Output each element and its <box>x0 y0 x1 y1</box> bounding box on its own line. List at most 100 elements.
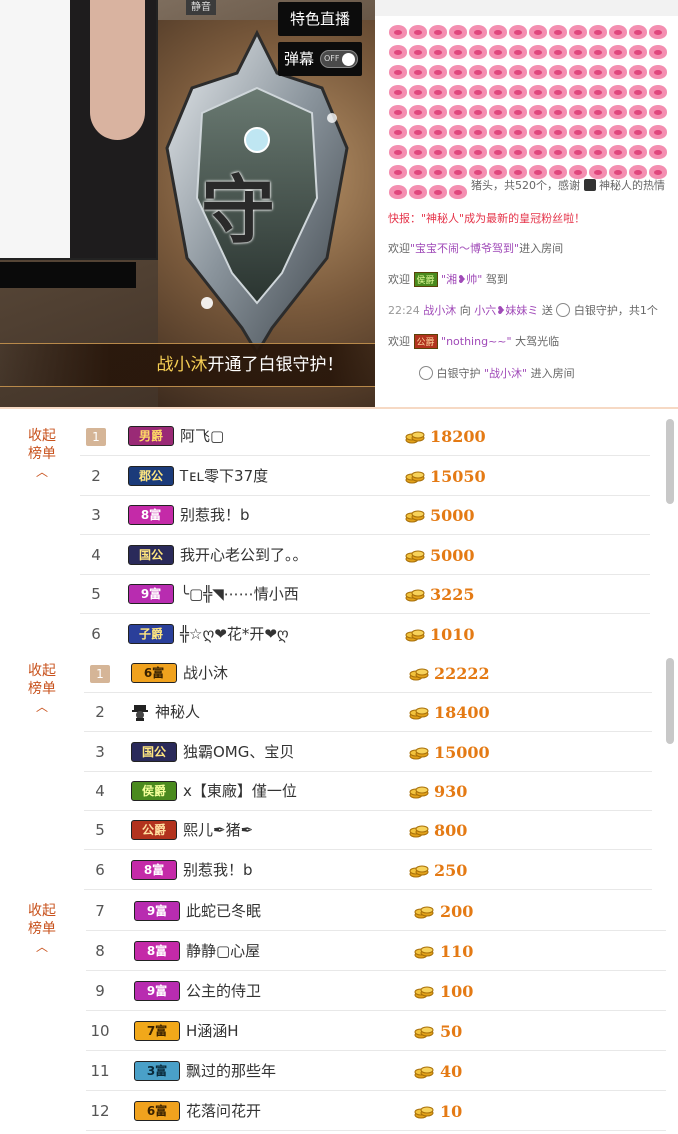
pig-gift-icon <box>429 25 447 39</box>
gift-to-label: 向 <box>459 304 471 317</box>
ranking-row[interactable]: 7 9富 此蛇已冬眠 200 <box>86 892 666 931</box>
user-name[interactable]: 别惹我！b <box>180 496 250 535</box>
gold-coin-icon <box>405 508 425 524</box>
ranking-panel-1: 收起 榜单 ︿ 1 男爵 阿飞▢ 18200 2 郡公 Ꭲᴇʟ零下37度 15050 3 8富 别惹我… <box>0 407 678 650</box>
ranking-row[interactable]: 5 9富 ╰▢╬◥⋯⋯情小西 3225 <box>80 575 650 614</box>
mute-label[interactable]: 静音 <box>186 0 216 15</box>
welcome-pre: 欢迎 <box>388 335 410 348</box>
welcome-pre: 欢迎 <box>388 242 410 255</box>
pig-gift-icon <box>409 65 427 79</box>
guard-username[interactable]: "战小沐" <box>484 367 527 380</box>
contribution-score: 1010 <box>430 624 475 644</box>
collapse-ranking-button[interactable]: 收起 榜单 ︿ <box>22 662 62 716</box>
pig-gift-grid <box>389 22 678 202</box>
chevron-up-icon: ︿ <box>35 465 48 479</box>
pig-gift-icon <box>609 145 627 159</box>
pig-gift-icon <box>489 85 507 99</box>
ranking-row[interactable]: 6 子爵 ╬☆ღ❤花*开❤ღ 1010 <box>80 615 650 651</box>
rank-number: 9 <box>95 982 105 1000</box>
pig-gift-icon <box>549 85 567 99</box>
user-name[interactable]: 飘过的那些年 <box>186 1052 276 1091</box>
user-name[interactable]: 阿飞▢ <box>180 417 224 456</box>
user-name[interactable]: H涵涵H <box>186 1012 239 1051</box>
ranking-row[interactable]: 11 3富 飘过的那些年 40 <box>86 1052 666 1091</box>
gold-coin-icon <box>409 784 429 800</box>
pig-gift-icon <box>549 65 567 79</box>
shield-character: 守 <box>201 168 275 254</box>
pig-gift-icon <box>509 85 527 99</box>
rank-number: 5 <box>95 821 105 840</box>
ranking-row[interactable]: 1 男爵 阿飞▢ 18200 <box>80 417 650 456</box>
collapse-label-line: 收起 <box>28 903 56 919</box>
user-name[interactable]: 战小沐 <box>183 654 228 693</box>
pig-gift-icon <box>649 65 667 79</box>
ranking-row[interactable]: 4 侯爵 ⅹ【東廠】僅一位 930 <box>84 772 652 811</box>
user-name[interactable]: 别惹我！b <box>183 851 253 890</box>
welcome-username[interactable]: "宝宝不闹～博爷驾到" <box>410 242 519 255</box>
pig-gift-icon <box>529 105 547 119</box>
rank-number: 8 <box>95 942 105 960</box>
pig-gift-icon <box>409 85 427 99</box>
ranking-row[interactable]: 9 9富 公主的侍卫 100 <box>86 972 666 1011</box>
danmu-toggle[interactable]: OFF <box>320 50 358 68</box>
collapse-ranking-button[interactable]: 收起 榜单 ︿ <box>22 902 62 956</box>
contribution-score: 15000 <box>434 742 490 762</box>
user-name[interactable]: ⅹ【東廠】僅一位 <box>183 772 297 811</box>
user-name[interactable]: 花落问花开 <box>186 1092 261 1131</box>
contribution-score: 3225 <box>430 585 475 604</box>
user-name[interactable]: ╰▢╬◥⋯⋯情小西 <box>180 575 299 614</box>
contribution-score: 40 <box>440 1062 463 1081</box>
ranking-row[interactable]: 6 8富 别惹我！b 250 <box>84 851 652 890</box>
user-name[interactable]: 独霸OMG、宝贝 <box>183 733 294 772</box>
pig-gift-icon <box>469 45 487 59</box>
rank-number: 3 <box>91 506 101 524</box>
ranking-row[interactable]: 3 8富 别惹我！b 5000 <box>80 496 650 535</box>
ranking-row[interactable]: 1 6富 战小沐 22222 <box>84 654 652 693</box>
rank-number: 2 <box>91 466 101 485</box>
contribution-score: 110 <box>440 942 474 961</box>
ranking-row[interactable]: 2 神秘人 18400 <box>84 693 652 733</box>
user-name[interactable]: Ꭲᴇʟ零下37度 <box>180 457 268 496</box>
contribution-score: 15050 <box>430 466 486 486</box>
contribution-score: 800 <box>434 821 468 841</box>
welcome-username[interactable]: "nothing~~" <box>441 335 512 348</box>
user-name[interactable]: 静静▢心屋 <box>186 932 260 971</box>
user-name[interactable]: 熙儿✒猪✒ <box>183 811 253 850</box>
gold-coin-icon <box>409 666 429 682</box>
pig-gift-icon <box>589 125 607 139</box>
gift-receiver[interactable]: 小六❥妹妹ミ <box>474 304 538 317</box>
collapse-ranking-button[interactable]: 收起 榜单 ︿ <box>22 427 62 481</box>
ranking-row[interactable]: 4 国公 我开心老公到了。。 5000 <box>80 536 650 575</box>
ranking-row[interactable]: 12 6富 花落问花开 10 <box>86 1092 666 1131</box>
user-name[interactable]: ╬☆ღ❤花*开❤ღ <box>180 615 289 651</box>
user-name[interactable]: 公主的侍卫 <box>186 972 261 1011</box>
danmu-toggle-state: OFF <box>324 54 340 63</box>
pig-gift-icon <box>449 45 467 59</box>
pig-gift-icon <box>549 105 567 119</box>
contribution-score: 5000 <box>430 506 475 525</box>
user-name[interactable]: 我开心老公到了。。 <box>180 536 308 575</box>
rank-badge: 8富 <box>131 859 177 880</box>
special-live-button[interactable]: 特色直播 <box>278 2 362 36</box>
chat-guard-enter: 白银守护 "战小沐" 进入房间 <box>419 365 575 381</box>
scrollbar-thumb[interactable] <box>666 419 674 504</box>
welcome-username[interactable]: "湘❥帅" <box>441 273 482 286</box>
scrollbar-thumb[interactable] <box>666 658 674 744</box>
welcome-post: 大驾光临 <box>515 335 560 348</box>
user-name[interactable]: 此蛇已冬眠 <box>186 892 261 931</box>
ranking-row[interactable]: 5 公爵 熙儿✒猪✒ 800 <box>84 811 652 851</box>
pig-count-user[interactable]: 神秘人的热情 <box>599 179 665 192</box>
gift-sender[interactable]: 战小沐 <box>423 304 456 317</box>
video-player[interactable]: 静音 守 特色直播 弹幕 OFF 战小沐开通了白银守护！ <box>0 0 375 407</box>
ranking-row[interactable]: 2 郡公 Ꭲᴇʟ零下37度 15050 <box>80 457 650 496</box>
silver-guard-icon <box>419 366 433 380</box>
user-name[interactable]: 神秘人 <box>155 693 200 732</box>
ranking-row[interactable]: 10 7富 H涵涵H 50 <box>86 1012 666 1051</box>
collapse-label: 收起 榜单 <box>22 902 62 938</box>
ranking-row[interactable]: 3 国公 独霸OMG、宝贝 15000 <box>84 733 652 772</box>
pig-gift-icon <box>649 85 667 99</box>
pig-gift-icon <box>509 125 527 139</box>
pig-gift-icon <box>569 25 587 39</box>
rank-number: 2 <box>95 703 105 722</box>
ranking-row[interactable]: 8 8富 静静▢心屋 110 <box>86 932 666 971</box>
